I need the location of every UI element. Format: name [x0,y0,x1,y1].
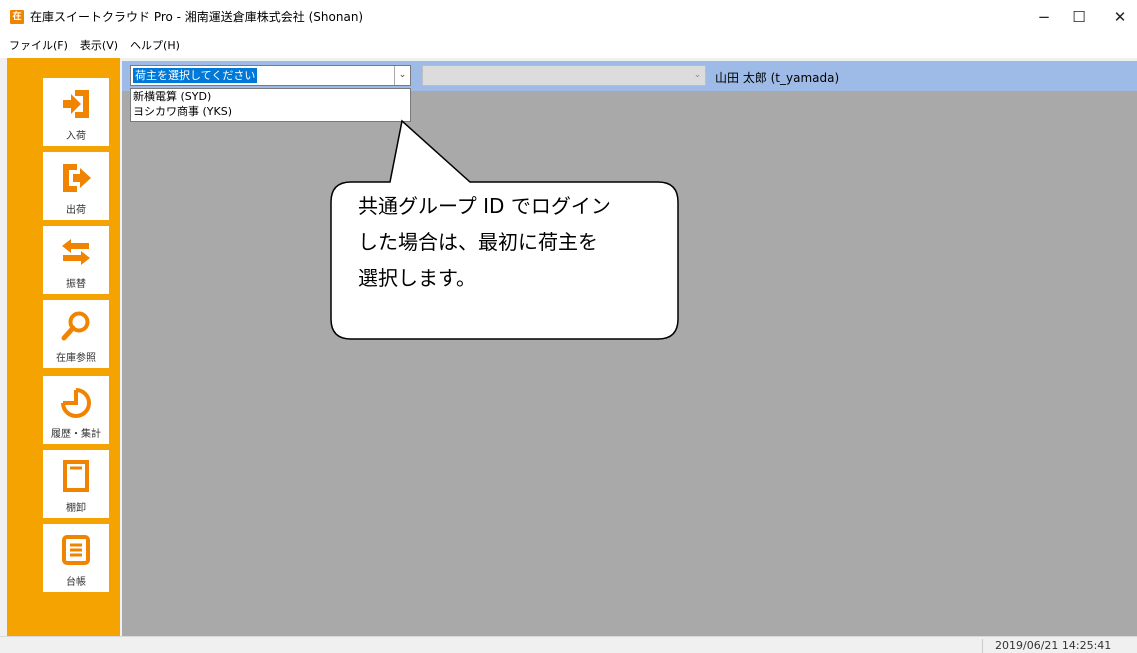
app-window: 在 在庫スイートクラウド Pro - 湘南運送倉庫株式会社 (Shonan) −… [0,0,1137,653]
callout-line: した場合は、最初に荷主を [358,230,598,254]
callout-line: 選択します。 [358,266,476,290]
callout-text: 共通グループ ID でログイン した場合は、最初に荷主を 選択します。 [358,188,678,296]
callout-line: 共通グループ ID でログイン [358,194,611,218]
callout-bubble [330,119,679,340]
